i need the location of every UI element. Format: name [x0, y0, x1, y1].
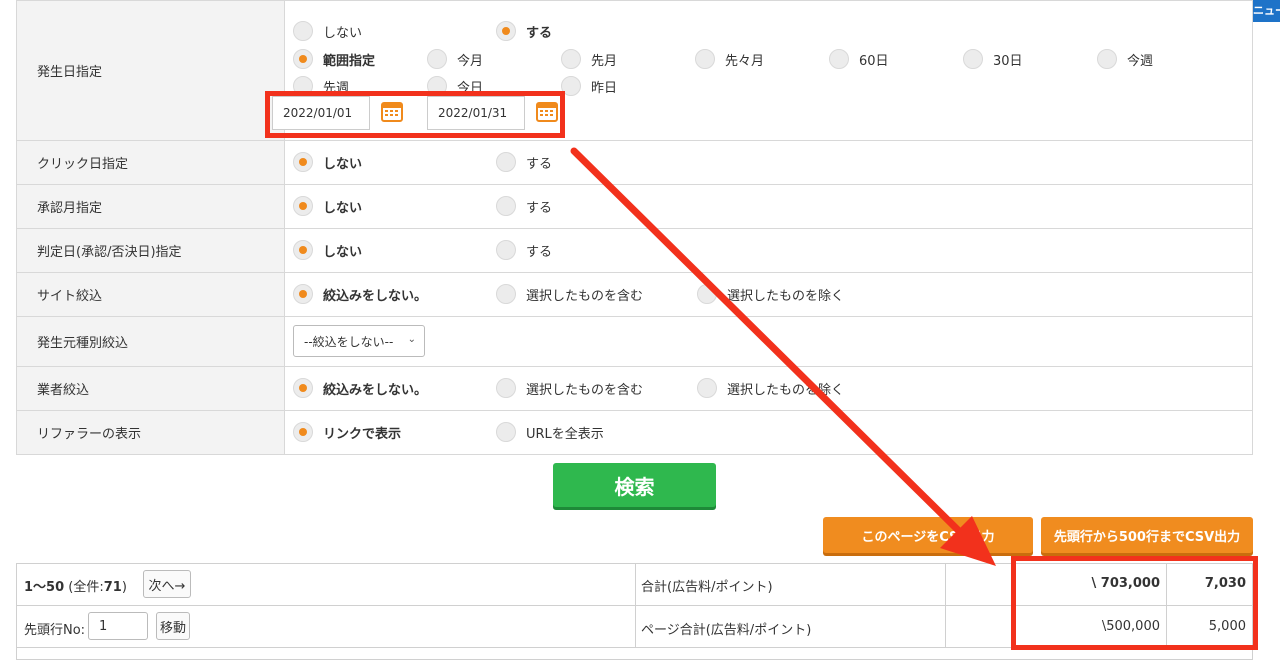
radio-judgement-yes[interactable]: する: [496, 240, 552, 260]
radio-two-months-ago[interactable]: 先々月: [695, 49, 764, 69]
next-page-button[interactable]: 次へ→: [143, 570, 191, 598]
result-range: 1〜50 (全件:71): [24, 580, 127, 595]
radio-60-days[interactable]: 60日: [829, 49, 889, 69]
radio-vendor-include[interactable]: 選択したものを含む: [496, 378, 643, 398]
page-sum-label: ページ合計(広告料/ポイント): [641, 623, 812, 638]
radio-approval-no[interactable]: しない: [293, 196, 362, 216]
head-row-input[interactable]: 1: [88, 612, 148, 640]
move-button[interactable]: 移動: [156, 612, 190, 640]
radio-click-yes[interactable]: する: [496, 152, 552, 172]
date-range-highlight: [265, 91, 565, 138]
search-button[interactable]: 検索: [553, 463, 716, 507]
csv-500-button[interactable]: 先頭行から500行までCSV出力: [1041, 517, 1253, 553]
source-type-select[interactable]: --絞込をしない-- ⌄: [293, 325, 425, 357]
label-site-filter: サイト絞込: [16, 272, 285, 317]
label-approval-month: 承認月指定: [16, 184, 285, 229]
totals-highlight: [1011, 556, 1258, 650]
radio-this-month[interactable]: 今月: [427, 49, 483, 69]
radio-vendor-exclude[interactable]: 選択したものを除く: [697, 378, 844, 398]
radio-judgement-no[interactable]: しない: [293, 240, 362, 260]
radio-site-exclude[interactable]: 選択したものを除く: [697, 284, 844, 304]
label-occurrence-date: 発生日指定: [16, 0, 285, 141]
csv-page-button[interactable]: このページをCSV出力: [823, 517, 1033, 553]
radio-site-include[interactable]: 選択したものを含む: [496, 284, 643, 304]
radio-vendor-none[interactable]: 絞込みをしない。: [293, 378, 427, 398]
radio-30-days[interactable]: 30日: [963, 49, 1023, 69]
chevron-down-icon: ⌄: [407, 334, 416, 345]
radio-site-none[interactable]: 絞込みをしない。: [293, 284, 427, 304]
radio-approval-yes[interactable]: する: [496, 196, 552, 216]
label-vendor-filter: 業者絞込: [16, 366, 285, 411]
label-referrer-display: リファラーの表示: [16, 410, 285, 455]
radio-click-no[interactable]: しない: [293, 152, 362, 172]
search-form-table: 発生日指定 しない する 範囲指定 今月 先月 先々月 60日 30日 今週 先…: [16, 0, 1253, 455]
sum-label: 合計(広告料/ポイント): [641, 580, 773, 595]
label-click-date: クリック日指定: [16, 140, 285, 185]
radio-yesterday[interactable]: 昨日: [561, 76, 617, 96]
radio-occurrence-yes[interactable]: する: [496, 21, 552, 41]
label-judgement-date: 判定日(承認/否決日)指定: [16, 228, 285, 273]
radio-referrer-link[interactable]: リンクで表示: [293, 422, 401, 442]
radio-range[interactable]: 範囲指定: [293, 49, 375, 69]
radio-this-week[interactable]: 今週: [1097, 49, 1153, 69]
radio-last-month[interactable]: 先月: [561, 49, 617, 69]
head-row-label: 先頭行No:: [24, 623, 86, 638]
label-source-type-filter: 発生元種別絞込: [16, 316, 285, 367]
radio-referrer-full[interactable]: URLを全表示: [496, 422, 604, 442]
radio-occurrence-no[interactable]: しない: [293, 21, 362, 41]
